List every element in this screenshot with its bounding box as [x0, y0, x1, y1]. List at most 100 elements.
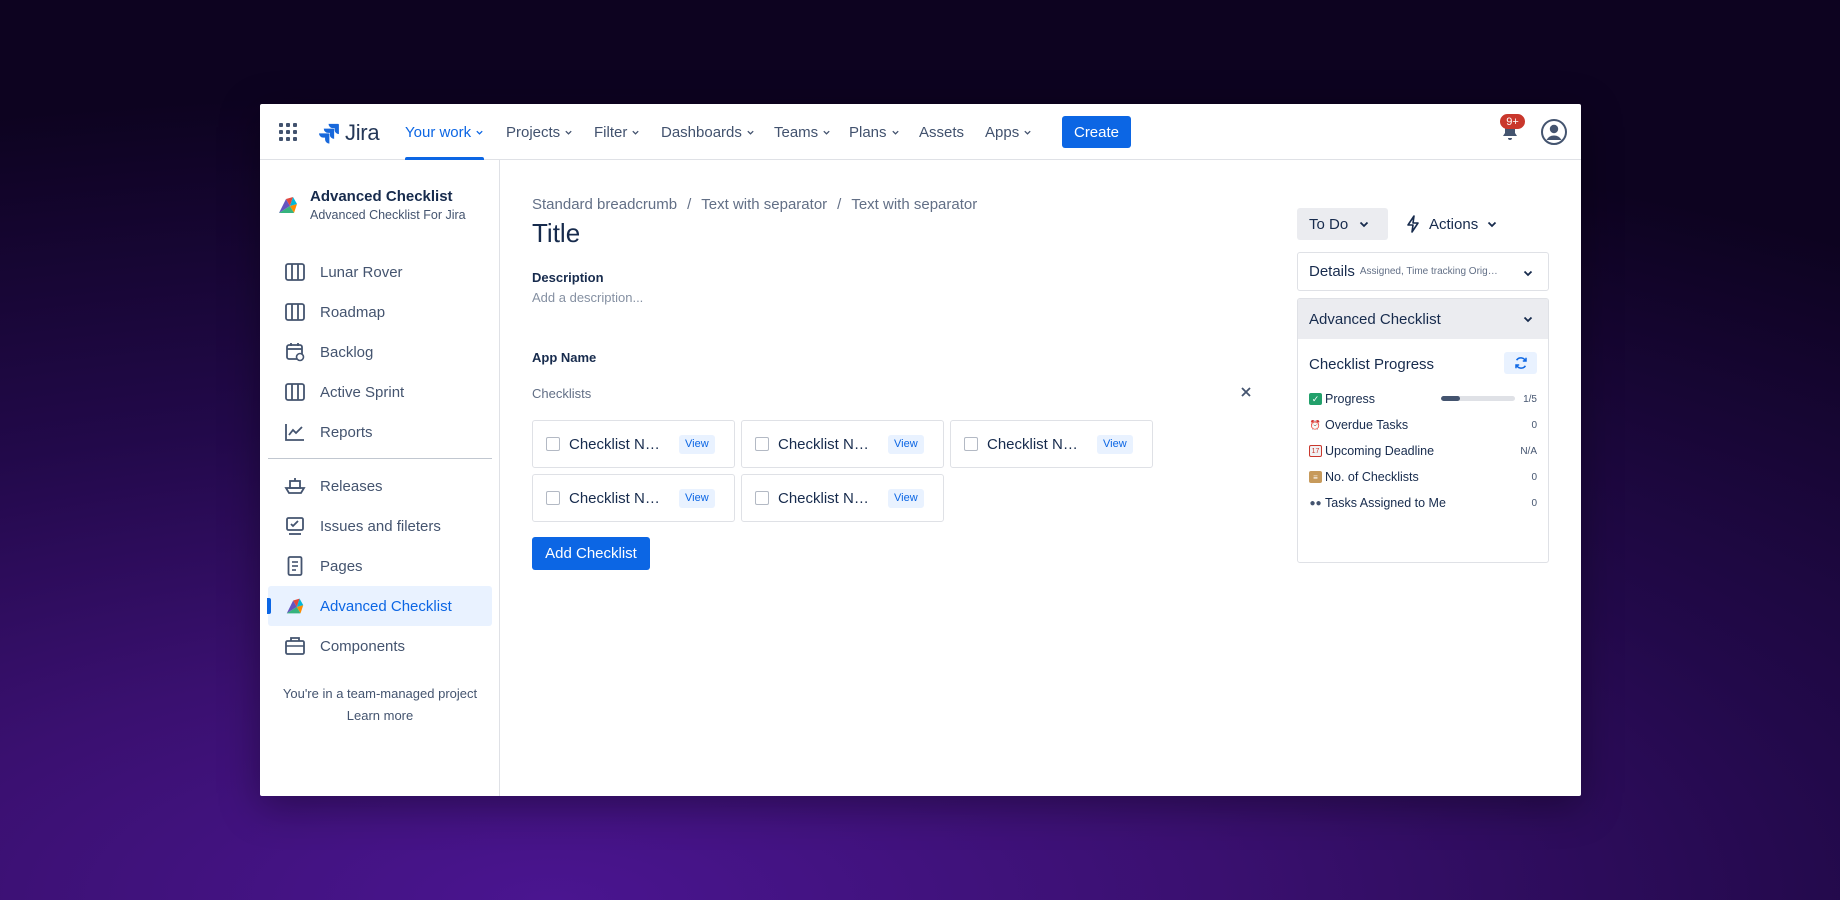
nav-assets[interactable]: Assets — [919, 104, 964, 160]
sidebar-item-pages[interactable]: Pages — [268, 546, 492, 586]
breadcrumb-item[interactable]: Text with separator — [851, 196, 977, 213]
breadcrumb-separator: / — [837, 196, 842, 213]
sidebar-item-label: Roadmap — [320, 303, 386, 321]
sidebar-item-backlog[interactable]: Backlog — [268, 332, 492, 372]
view-checklist-button[interactable]: View — [888, 434, 924, 454]
stat-label: Progress — [1325, 392, 1376, 406]
jira-window: Jira Your work Projects Filter Dashboard… — [260, 104, 1581, 796]
details-section[interactable]: Details Assigned, Time tracking Original… — [1297, 252, 1549, 291]
team-managed-note: You're in a team-managed project — [282, 686, 478, 701]
actions-dropdown[interactable]: Actions — [1401, 208, 1498, 240]
stat-upcoming-deadline: 17 Upcoming Deadline N/A — [1309, 442, 1537, 460]
ship-icon — [284, 475, 306, 497]
chevron-down-icon — [747, 130, 754, 135]
checklist-progress-title: Checklist Progress — [1309, 356, 1435, 373]
advanced-checklist-title: Advanced Checklist — [1309, 310, 1441, 328]
nav-dashboards[interactable]: Dashboards — [661, 104, 755, 160]
chevron-down-icon — [1488, 221, 1497, 228]
board-icon — [284, 261, 306, 283]
chevron-down-icon — [476, 130, 483, 135]
sidebar-item-label: Releases — [320, 477, 383, 495]
checklist-checkbox[interactable] — [546, 491, 560, 505]
nav-plans[interactable]: Plans — [849, 104, 900, 160]
sidebar-item-lunar-rover[interactable]: Lunar Rover — [268, 252, 492, 292]
checklist-card: Checklist Name View — [741, 420, 944, 468]
checklist-name: Checklist Name — [778, 489, 876, 507]
nav-your-work-label: Your work — [405, 123, 472, 141]
sidebar-item-roadmap[interactable]: Roadmap — [268, 292, 492, 332]
sidebar-item-reports[interactable]: Reports — [268, 412, 492, 452]
breadcrumb: Standard breadcrumb / Text with separato… — [532, 196, 977, 213]
chevron-down-icon — [1523, 270, 1533, 277]
checklist-checkbox[interactable] — [964, 437, 978, 451]
add-checklist-button[interactable]: Add Checklist — [532, 537, 650, 570]
advanced-checklist-header[interactable]: Advanced Checklist — [1298, 299, 1548, 339]
checklist-card: Checklist Name View — [532, 420, 735, 468]
status-dropdown[interactable]: To Do — [1297, 208, 1388, 240]
nav-projects-label: Projects — [506, 123, 561, 141]
clipboard-icon: ≡ — [1309, 471, 1322, 483]
project-subtitle: Advanced Checklist For Jira — [310, 208, 466, 222]
stat-label: Upcoming Deadline — [1325, 444, 1435, 458]
checklists-label: Checklists — [532, 386, 592, 401]
sidebar-item-label: Active Sprint — [320, 383, 405, 401]
nav-assets-label: Assets — [919, 123, 965, 141]
checklist-name: Checklist Name — [569, 489, 667, 507]
stat-label: No. of Checklists — [1325, 470, 1419, 484]
sidebar-item-components[interactable]: Components — [268, 626, 492, 666]
description-field[interactable]: Add a description... — [532, 290, 643, 305]
project-header[interactable]: Advanced Checklist Advanced Checklist Fo… — [276, 188, 466, 222]
nav-filter-label: Filter — [594, 123, 628, 141]
nav-filter[interactable]: Filter — [594, 104, 640, 160]
check-mark-icon: ✓ — [1309, 393, 1322, 405]
chevron-down-icon — [823, 130, 830, 135]
app-switcher-icon[interactable] — [279, 123, 297, 141]
stat-value: 0 — [1531, 471, 1537, 483]
sidebar-item-issues[interactable]: Issues and fileters — [268, 506, 492, 546]
checklist-card: Checklist Name View — [950, 420, 1153, 468]
calendar-icon — [284, 341, 306, 363]
breadcrumb-item[interactable]: Text with separator — [701, 196, 827, 213]
nav-your-work[interactable]: Your work — [405, 104, 485, 160]
nav-projects[interactable]: Projects — [506, 104, 573, 160]
jira-logo-text: Jira — [345, 120, 380, 145]
sidebar-item-advanced-checklist[interactable]: Advanced Checklist — [267, 586, 492, 626]
page-icon — [284, 555, 306, 577]
stat-overdue-tasks: ⏰ Overdue Tasks 0 — [1309, 416, 1537, 434]
refresh-button[interactable] — [1504, 352, 1537, 374]
sidebar-item-releases[interactable]: Releases — [268, 466, 492, 506]
breadcrumb-separator: / — [687, 196, 692, 213]
checklist-name: Checklist Name — [778, 435, 876, 453]
project-title: Advanced Checklist — [310, 188, 453, 205]
user-avatar-icon[interactable] — [1541, 119, 1567, 145]
stat-label: Tasks Assigned to Me — [1325, 496, 1446, 510]
chevron-down-icon — [1523, 316, 1533, 323]
nav-apps[interactable]: Apps — [985, 104, 1032, 160]
app-logo-icon — [279, 197, 297, 213]
nav-dashboards-label: Dashboards — [661, 123, 742, 141]
stat-value: N/A — [1520, 445, 1537, 457]
status-label: To Do — [1309, 215, 1349, 233]
view-checklist-button[interactable]: View — [1097, 434, 1133, 454]
close-icon[interactable] — [1239, 385, 1253, 399]
stat-label: Overdue Tasks — [1325, 418, 1409, 432]
nav-teams[interactable]: Teams — [774, 104, 831, 160]
checklist-checkbox[interactable] — [546, 437, 560, 451]
board-icon — [284, 301, 306, 323]
page-title[interactable]: Title — [532, 218, 580, 249]
details-subtitle: Assigned, Time tracking Original estimat… — [1359, 266, 1500, 277]
checklist-checkbox[interactable] — [755, 491, 769, 505]
checklist-checkbox[interactable] — [755, 437, 769, 451]
stat-value: 0 — [1531, 419, 1537, 431]
breadcrumb-item[interactable]: Standard breadcrumb — [532, 196, 677, 213]
view-checklist-button[interactable]: View — [679, 488, 715, 508]
progress-bar-fill — [1441, 396, 1460, 401]
chevron-down-icon — [565, 130, 572, 135]
sidebar-item-active-sprint[interactable]: Active Sprint — [268, 372, 492, 412]
learn-more-link[interactable]: Learn more — [260, 708, 500, 723]
jira-logo[interactable]: Jira — [318, 120, 380, 146]
create-button[interactable]: Create — [1062, 116, 1131, 148]
refresh-icon — [1514, 357, 1527, 369]
view-checklist-button[interactable]: View — [888, 488, 924, 508]
view-checklist-button[interactable]: View — [679, 434, 715, 454]
